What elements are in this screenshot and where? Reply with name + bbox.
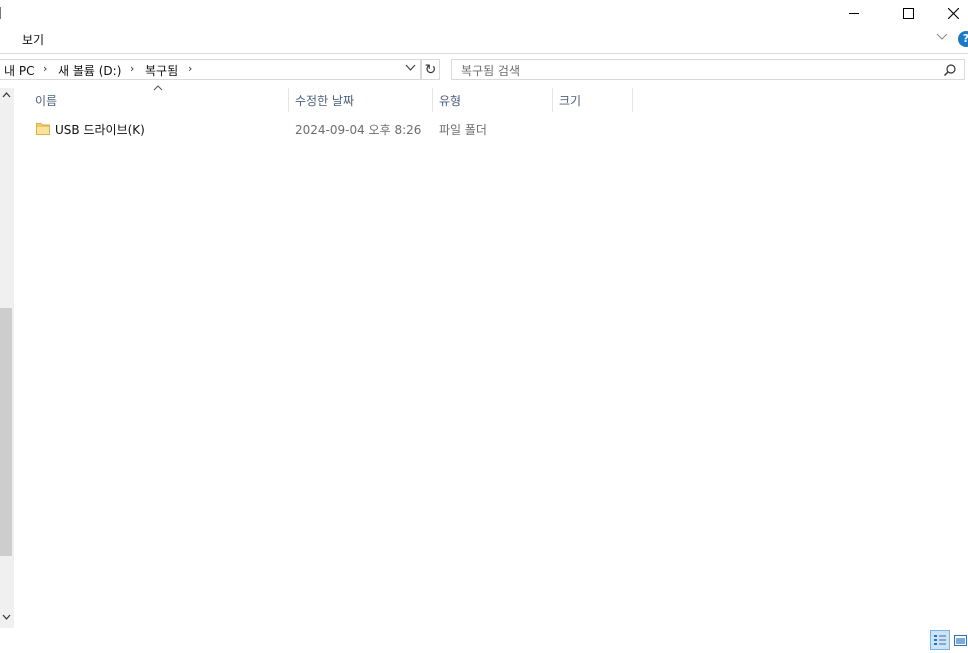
chevron-down-icon[interactable] [936,33,948,41]
close-button[interactable] [930,0,968,26]
file-date: 2024-09-04 오후 8:26 [295,123,422,137]
title-bar [0,0,968,26]
breadcrumb-this-pc[interactable]: 내 PC [4,62,34,79]
column-divider[interactable] [632,88,633,112]
folder-icon [36,123,50,135]
window-edge [0,7,1,19]
details-view-icon [934,635,946,645]
column-divider[interactable] [288,88,289,112]
breadcrumb-separator-icon[interactable]: › [188,62,192,75]
search-icon[interactable] [944,64,956,76]
large-icons-view-icon [954,634,967,646]
address-history-chevron-icon[interactable] [405,64,416,72]
column-header-type[interactable]: 유형 [439,92,461,109]
breadcrumb-volume-d[interactable]: 새 볼륨 (D:) [58,62,121,79]
maximize-icon [902,7,914,19]
column-header-size[interactable]: 크기 [559,92,581,109]
refresh-icon: ↻ [424,61,437,78]
details-view-button[interactable] [930,630,950,650]
ribbon-tab-view[interactable]: 보기 [22,31,44,48]
file-type: 파일 폴더 [439,123,487,137]
large-icons-view-button[interactable] [953,630,968,650]
column-divider[interactable] [432,88,433,112]
minimize-icon [849,13,859,14]
scroll-up-icon[interactable] [2,92,11,98]
file-name[interactable]: USB 드라이브(K) [55,121,145,138]
refresh-button[interactable]: ↻ [421,59,440,80]
address-bar[interactable]: 내 PC › 새 볼륨 (D:) › 복구됨 › [0,59,421,80]
breadcrumb-separator-icon[interactable]: › [130,62,134,75]
minimize-button[interactable] [831,0,877,26]
breadcrumb-recovered[interactable]: 복구됨 [145,62,178,79]
search-placeholder: 복구됨 검색 [461,64,521,78]
maximize-button[interactable] [885,0,931,26]
help-icon[interactable]: ? [958,31,968,47]
scrollbar-thumb[interactable] [0,308,12,556]
close-icon [947,7,959,19]
column-header-date[interactable]: 수정한 날짜 [295,92,354,109]
list-item[interactable]: USB 드라이브(K) 2024-09-04 오후 8:26 파일 폴더 [30,118,630,140]
sort-ascending-icon [153,85,163,91]
scroll-down-icon[interactable] [2,614,11,620]
ribbon: 보기 [0,26,968,54]
search-box[interactable]: 복구됨 검색 [451,59,965,80]
breadcrumb-separator-icon[interactable]: › [43,62,47,75]
column-divider[interactable] [552,88,553,112]
column-header-name[interactable]: 이름 [35,92,57,109]
